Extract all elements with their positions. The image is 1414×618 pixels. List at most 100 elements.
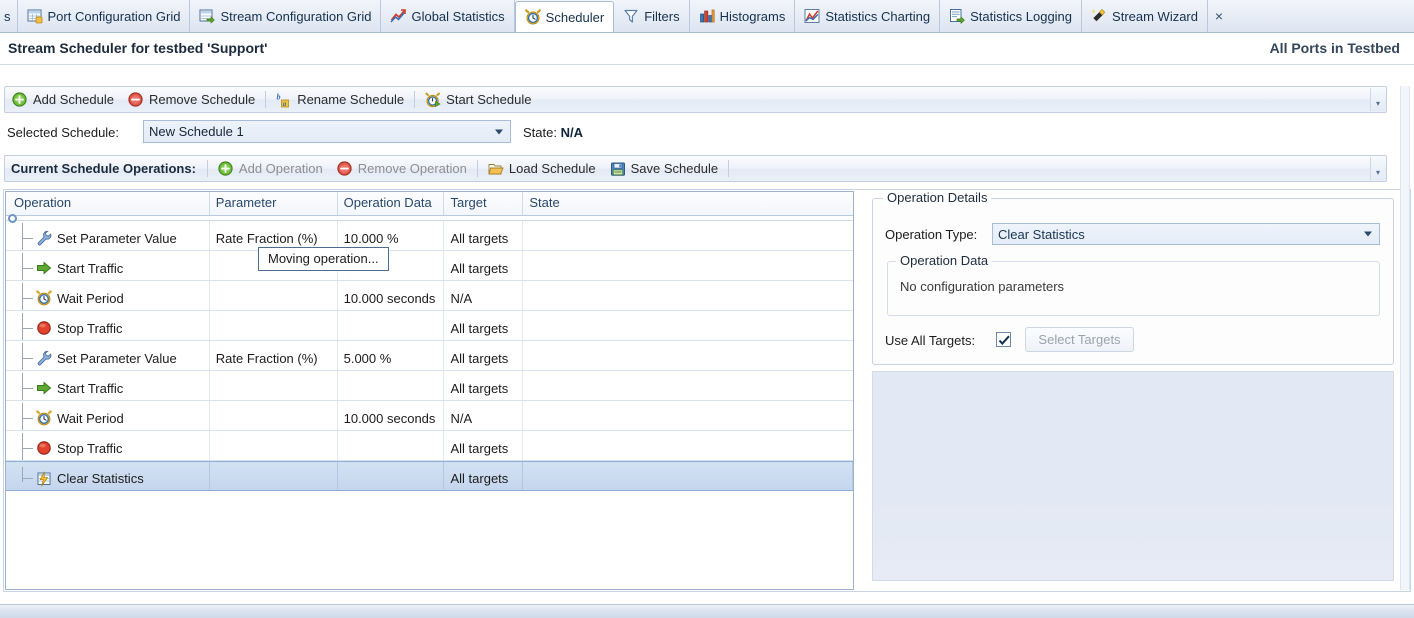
- title-row: Stream Scheduler for testbed 'Support' A…: [0, 33, 1414, 65]
- cell-state: [523, 341, 853, 370]
- table-row[interactable]: Set Parameter Value Rate Fraction (%) 5.…: [6, 341, 853, 371]
- tree-horizontal-line: [23, 267, 33, 269]
- operations-toolbar-title: Current Schedule Operations:: [11, 161, 196, 176]
- remove-operation-label: Remove Operation: [357, 161, 467, 176]
- tree-branch: Set Parameter Value: [6, 343, 177, 370]
- close-icon[interactable]: ×: [1208, 0, 1230, 32]
- alarm-clock-icon: [36, 410, 52, 426]
- use-all-targets-label: Use All Targets:: [885, 333, 976, 348]
- cell-parameter: [210, 462, 338, 490]
- grid-header-row: Operation Parameter Operation Data Targe…: [6, 192, 853, 216]
- cell-operation: Start Traffic: [6, 371, 210, 400]
- operations-grid[interactable]: Operation Parameter Operation Data Targe…: [5, 191, 854, 590]
- selected-schedule-row: Selected Schedule: New Schedule 1 State:…: [0, 118, 1414, 148]
- rename-schedule-button[interactable]: b a Rename Schedule: [269, 87, 411, 112]
- tree-branch: Start Traffic: [6, 253, 123, 280]
- select-targets-button[interactable]: Select Targets: [1025, 327, 1134, 352]
- tab-bar: s Port Configuration Grid Stream Configu…: [0, 0, 1414, 33]
- operation-details-group: Operation Details Operation Type: Clear …: [872, 190, 1394, 365]
- tab-histograms[interactable]: Histograms: [690, 0, 796, 32]
- wrench-icon: [36, 230, 52, 246]
- state-label-text: State:: [523, 125, 557, 140]
- tree-horizontal-line: [23, 478, 33, 479]
- table-row[interactable]: Set Parameter Value Rate Fraction (%) 10…: [6, 221, 853, 251]
- cell-target: N/A: [444, 281, 524, 310]
- tab-label: Statistics Logging: [970, 8, 1073, 24]
- table-row[interactable]: Start Traffic All targets: [6, 251, 853, 281]
- tree-vertical-line: [22, 433, 23, 460]
- tree-horizontal-line: [23, 327, 33, 329]
- tab-clipped[interactable]: s: [0, 0, 18, 32]
- tree-horizontal-line: [23, 357, 33, 359]
- add-schedule-button[interactable]: Add Schedule: [5, 87, 121, 112]
- tree-vertical-line: [22, 467, 23, 482]
- add-green-icon: [12, 91, 28, 108]
- panel-scrollbar[interactable]: [1400, 86, 1410, 590]
- operations-toolbar: Current Schedule Operations: Add Operati…: [4, 155, 1387, 182]
- tab-label: Global Statistics: [411, 8, 505, 24]
- tab-label: s: [4, 8, 11, 24]
- load-schedule-button[interactable]: Load Schedule: [481, 156, 603, 181]
- clock-icon: [524, 9, 541, 25]
- wrench-icon: [36, 350, 52, 366]
- table-row-selected[interactable]: Clear Statistics All targets: [6, 461, 853, 491]
- cell-state: [523, 371, 853, 400]
- add-operation-label: Add Operation: [238, 161, 323, 176]
- tree-branch: Wait Period: [6, 403, 124, 430]
- tab-statistics-logging[interactable]: Statistics Logging: [940, 0, 1083, 32]
- column-header-operation-data[interactable]: Operation Data: [338, 192, 445, 215]
- svg-text:b: b: [277, 92, 281, 101]
- bar-chart-icon: [699, 8, 715, 24]
- use-all-targets-checkbox[interactable]: [996, 332, 1011, 347]
- cell-operation-data: [338, 431, 445, 460]
- start-schedule-button[interactable]: Start Schedule: [418, 87, 538, 112]
- cell-operation-data: [338, 311, 445, 340]
- red-stop-icon: [36, 440, 52, 456]
- tree-branch: Clear Statistics: [6, 467, 144, 490]
- chevron-down-icon: [495, 129, 503, 134]
- table-row[interactable]: Stop Traffic All targets: [6, 431, 853, 461]
- table-row[interactable]: Wait Period 10.000 seconds N/A: [6, 401, 853, 431]
- grid-icon: [27, 8, 43, 24]
- column-header-state[interactable]: State: [523, 192, 853, 215]
- scheduler-window: s Port Configuration Grid Stream Configu…: [0, 0, 1414, 618]
- add-operation-button[interactable]: Add Operation: [211, 156, 330, 181]
- table-row[interactable]: Start Traffic All targets: [6, 371, 853, 401]
- cell-operation-data: 10.000 seconds: [338, 401, 445, 430]
- column-header-parameter[interactable]: Parameter: [210, 192, 338, 215]
- table-row[interactable]: Wait Period 10.000 seconds N/A: [6, 281, 853, 311]
- tree-horizontal-line: [23, 387, 33, 389]
- clear-stats-icon: [36, 471, 52, 487]
- tree-vertical-line: [22, 373, 23, 400]
- column-header-operation[interactable]: Operation: [6, 192, 210, 215]
- toolbar-overflow-button[interactable]: ▾: [1370, 157, 1385, 180]
- tab-label: Histograms: [719, 8, 786, 24]
- cell-target: N/A: [444, 401, 524, 430]
- remove-operation-button[interactable]: Remove Operation: [330, 156, 474, 181]
- table-row[interactable]: Stop Traffic All targets: [6, 311, 853, 341]
- toolbar-overflow-button[interactable]: ▾: [1370, 88, 1385, 111]
- operation-name: Start Traffic: [57, 380, 124, 396]
- scope-label: All Ports in Testbed: [1269, 40, 1400, 56]
- remove-schedule-button[interactable]: Remove Schedule: [121, 87, 262, 112]
- tab-stream-configuration-grid[interactable]: Stream Configuration Grid: [190, 0, 382, 32]
- tab-label: Statistics Charting: [825, 8, 931, 24]
- drag-tooltip: Moving operation...: [258, 247, 389, 271]
- save-schedule-label: Save Schedule: [630, 161, 719, 176]
- tab-port-configuration-grid[interactable]: Port Configuration Grid: [18, 0, 191, 32]
- grid-root-line: [6, 214, 853, 223]
- selected-schedule-combo[interactable]: New Schedule 1: [143, 120, 511, 143]
- tree-horizontal-line: [23, 237, 33, 239]
- save-schedule-button[interactable]: Save Schedule: [603, 156, 725, 181]
- operation-name: Stop Traffic: [57, 440, 123, 456]
- tab-scheduler[interactable]: Scheduler: [514, 1, 615, 32]
- tab-label: Stream Wizard: [1112, 8, 1198, 24]
- tab-statistics-charting[interactable]: Statistics Charting: [795, 0, 941, 32]
- tab-global-statistics[interactable]: Global Statistics: [381, 0, 515, 32]
- column-header-target[interactable]: Target: [444, 192, 524, 215]
- operation-type-combo[interactable]: Clear Statistics: [992, 223, 1380, 245]
- tree-horizontal-line: [23, 447, 33, 449]
- tab-stream-wizard[interactable]: Stream Wizard: [1082, 0, 1208, 32]
- tab-filters[interactable]: Filters: [614, 0, 690, 32]
- rename-schedule-label: Rename Schedule: [297, 92, 405, 107]
